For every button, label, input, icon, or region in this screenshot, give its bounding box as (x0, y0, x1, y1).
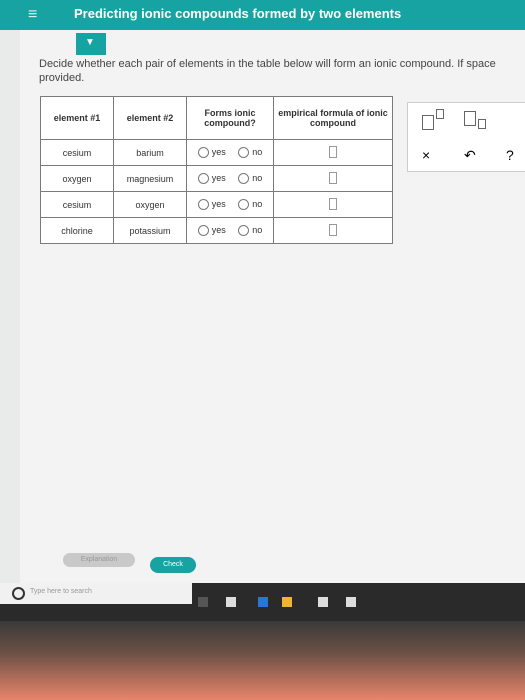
forms-ionic-cell: yes no (186, 165, 274, 192)
forms-ionic-cell: yes no (186, 217, 274, 244)
subscript-small-icon (478, 119, 486, 129)
forms-ionic-cell: yes no (186, 191, 274, 218)
forms-ionic-cell: yes no (186, 139, 274, 166)
store-icon[interactable] (318, 597, 328, 607)
task-view-icon[interactable] (226, 597, 236, 607)
header-element-1: element #1 (40, 96, 114, 140)
element-2-cell: oxygen (113, 191, 187, 218)
formula-input[interactable] (273, 191, 393, 218)
element-1-cell: cesium (40, 139, 114, 166)
formula-input[interactable] (273, 217, 393, 244)
yes-radio[interactable]: yes (197, 173, 226, 185)
element-1-cell: cesium (40, 191, 114, 218)
help-icon[interactable]: ? (506, 147, 514, 163)
search-placeholder: Type here to search (30, 588, 92, 595)
formula-toolbar: × ↶ ? (407, 102, 525, 172)
header-bar: ≡ Predicting ionic compounds formed by t… (0, 0, 525, 30)
chevron-down-icon: ▼ (85, 37, 95, 48)
formula-input[interactable] (273, 165, 393, 192)
menu-icon[interactable]: ≡ (28, 7, 37, 23)
explanation-button[interactable]: Explanation (63, 553, 135, 567)
cortana-icon (12, 587, 25, 600)
table-row: cesium oxygen yes no (40, 191, 393, 218)
no-radio[interactable]: no (238, 225, 262, 237)
no-radio[interactable]: no (238, 199, 262, 211)
element-2-cell: barium (113, 139, 187, 166)
monitor-bezel (0, 621, 525, 700)
check-button[interactable]: Check (150, 557, 196, 573)
formula-input[interactable] (273, 139, 393, 166)
element-2-cell: potassium (113, 217, 187, 244)
header-element-2: element #2 (113, 96, 187, 140)
collapse-tab[interactable]: ▼ (76, 33, 106, 55)
element-2-cell: magnesium (113, 165, 187, 192)
file-explorer-icon[interactable] (282, 597, 292, 607)
header-forms-ionic: Forms ionic compound? (186, 96, 274, 140)
yes-radio[interactable]: yes (197, 147, 226, 159)
question-text: Decide whether each pair of elements in … (39, 58, 496, 84)
windows-taskbar: Type here to search (0, 583, 525, 621)
table-row: cesium barium yes no (40, 139, 393, 166)
taskbar-search[interactable]: Type here to search (0, 583, 192, 604)
yes-radio[interactable]: yes (197, 225, 226, 237)
header-formula: empirical formula of ionic compound (273, 96, 393, 140)
microphone-icon[interactable] (198, 597, 208, 607)
edge-icon[interactable] (258, 597, 268, 607)
mail-icon[interactable] (346, 597, 356, 607)
yes-radio[interactable]: yes (197, 199, 226, 211)
superscript-icon[interactable] (422, 115, 434, 130)
elements-table: element #1 element #2 Forms ionic compou… (40, 96, 393, 244)
clear-icon[interactable]: × (422, 147, 430, 163)
no-radio[interactable]: no (238, 147, 262, 159)
page-title: Predicting ionic compounds formed by two… (74, 6, 402, 21)
undo-icon[interactable]: ↶ (464, 147, 476, 164)
superscript-small-icon (436, 109, 444, 119)
element-1-cell: oxygen (40, 165, 114, 192)
no-radio[interactable]: no (238, 173, 262, 185)
element-1-cell: chlorine (40, 217, 114, 244)
subscript-icon[interactable] (464, 111, 476, 126)
table-row: oxygen magnesium yes no (40, 165, 393, 192)
table-row: chlorine potassium yes no (40, 217, 393, 244)
